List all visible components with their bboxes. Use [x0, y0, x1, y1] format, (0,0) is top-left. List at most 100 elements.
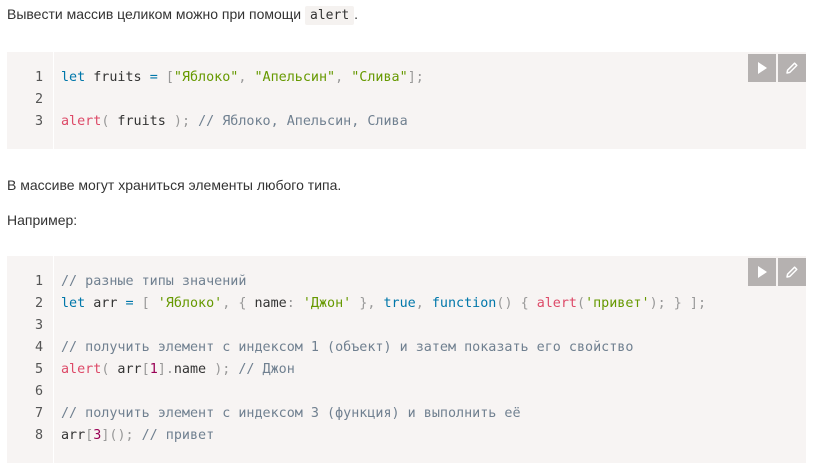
- token-keyword: =: [125, 296, 134, 311]
- token-punctuation: ]: [407, 70, 416, 85]
- token-string: "Яблоко": [173, 70, 239, 85]
- token-punctuation: ;: [125, 428, 134, 443]
- line-number: 8: [34, 428, 43, 443]
- token-comment: // получить элемент с индексом 3 (функци…: [61, 406, 521, 421]
- line-number: 1: [34, 70, 43, 85]
- token-string: 'привет': [585, 296, 650, 311]
- code-line: alert( fruits ); // Яблоко, Апельсин, Сл…: [61, 111, 408, 133]
- token-text: name: [246, 296, 287, 311]
- token-punctuation: ): [649, 296, 658, 311]
- pencil-icon: [786, 62, 798, 74]
- line-number: 3: [34, 114, 43, 129]
- token-number: 1: [149, 362, 158, 377]
- code-line: let arr = [ 'Яблоко', { name: 'Джон' }, …: [61, 293, 706, 315]
- token-text: arr: [109, 362, 142, 377]
- token-punctuation: ;: [697, 296, 706, 311]
- token-keyword: true: [383, 296, 416, 311]
- token-punctuation: [: [165, 70, 174, 85]
- code-line: arr[3](); // привет: [61, 425, 214, 447]
- edit-button[interactable]: [778, 54, 806, 82]
- token-punctuation: ]: [689, 296, 698, 311]
- token-comment: // Яблоко, Апельсин, Слива: [198, 114, 408, 129]
- edit-button[interactable]: [778, 258, 806, 286]
- code-body: // разные типы значений let arr = [ 'Ябло…: [61, 256, 806, 463]
- token-keyword: function: [431, 296, 497, 311]
- code-body: let fruits = ["Яблоко", "Апельсин", "Сли…: [61, 52, 806, 149]
- token-keyword: =: [149, 70, 158, 85]
- token-text: arr: [85, 296, 126, 311]
- token-punctuation: (: [577, 296, 586, 311]
- token-text: arr: [61, 428, 86, 443]
- line-number: 5: [34, 362, 43, 377]
- paragraph-example: Например:: [7, 212, 78, 228]
- token-punctuation: ]: [157, 362, 166, 377]
- token-punctuation: ): [117, 428, 126, 443]
- token-punctuation: ): [504, 296, 513, 311]
- pencil-icon: [786, 266, 798, 278]
- token-punctuation: :: [286, 296, 295, 311]
- code-line: let fruits = ["Яблоко", "Апельсин", "Сли…: [61, 67, 424, 89]
- token-punctuation: [: [141, 296, 150, 311]
- code-block-2: 1 2 3 4 5 6 7 8 // разные типы значений let arr …: [7, 256, 806, 463]
- line-number: 7: [34, 406, 43, 421]
- play-icon: [758, 266, 767, 278]
- token-string: "Апельсин": [254, 70, 336, 85]
- token-text: name: [173, 362, 215, 377]
- token-string: 'Джон': [302, 296, 352, 311]
- token-string: "Слива": [351, 70, 408, 85]
- token-punctuation: ,: [335, 70, 344, 85]
- token-keyword: let: [61, 70, 86, 85]
- token-function: alert: [61, 362, 102, 377]
- code-line: // получить элемент с индексом 1 (объект…: [61, 337, 633, 359]
- code-block-1: 1 2 3 let fruits = ["Яблоко", "Апельсин", …: [7, 52, 806, 149]
- token-keyword: let: [61, 296, 86, 311]
- line-number: 1: [34, 274, 43, 289]
- run-button[interactable]: [748, 54, 776, 82]
- line-number: 6: [34, 384, 43, 399]
- line-number: 2: [34, 92, 43, 107]
- line-number: 2: [34, 296, 43, 311]
- line-number-gutter: 1 2 3: [7, 52, 54, 149]
- token-comment: // разные типы значений: [61, 274, 247, 289]
- code-line: // разные типы значений: [61, 271, 246, 293]
- token-string: 'Яблоко': [157, 296, 223, 311]
- token-punctuation: {: [520, 296, 529, 311]
- line-number-gutter: 1 2 3 4 5 6 7 8: [7, 256, 54, 463]
- token-comment: // Джон: [238, 362, 295, 377]
- token-punctuation: ,: [415, 296, 424, 311]
- article-page: Вывести массив целиком можно при помощи …: [0, 0, 823, 475]
- token-function: alert: [61, 114, 102, 129]
- token-punctuation: ;: [657, 296, 666, 311]
- paragraph-any-type: В массиве могут храниться элементы любог…: [7, 177, 342, 193]
- token-comment: // привет: [141, 428, 215, 443]
- token-punctuation: ;: [415, 70, 424, 85]
- paragraph-tail: .: [354, 6, 359, 22]
- line-number: 3: [34, 318, 43, 333]
- token-punctuation: }: [673, 296, 682, 311]
- token-punctuation: .: [165, 362, 174, 377]
- line-number: 4: [34, 340, 43, 355]
- token-function: alert: [536, 296, 577, 311]
- run-button[interactable]: [748, 258, 776, 286]
- token-punctuation: ;: [181, 114, 190, 129]
- token-comment: // получить элемент с индексом 1 (объект…: [61, 340, 634, 355]
- token-punctuation: [: [141, 362, 150, 377]
- play-icon: [758, 62, 767, 74]
- paragraph-alert-intro: Вывести массив целиком можно при помощи …: [7, 4, 358, 26]
- token-text: fruits: [109, 114, 174, 129]
- inline-code-alert: alert: [305, 6, 355, 25]
- code-line: alert( arr[1].name ); // Джон: [61, 359, 295, 381]
